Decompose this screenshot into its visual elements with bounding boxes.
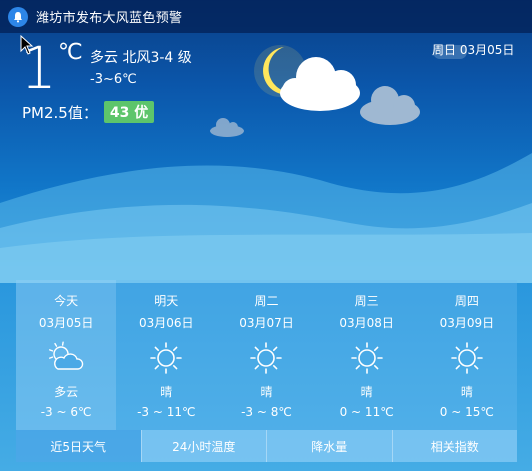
forecast-day-date: 03月07日: [239, 316, 294, 330]
forecast-day-date: 03月05日: [38, 316, 94, 330]
forecast-day[interactable]: 今天 03月05日 多云 -3 ~ 6℃: [16, 280, 117, 430]
forecast-day-range: 0 ~ 15℃: [439, 405, 494, 419]
forecast-day-date: 03月09日: [439, 316, 495, 330]
bell-icon: [8, 6, 28, 27]
forecast-tab[interactable]: 降水量: [266, 430, 392, 462]
forecast-day-condition: 多云: [54, 385, 79, 399]
sun-icon: [347, 341, 387, 375]
forecast-day-name: 周二: [254, 294, 279, 308]
mouse-cursor-icon: [20, 35, 34, 55]
forecast-day-name: 周四: [454, 294, 479, 308]
forecast-tab[interactable]: 相关指数: [391, 430, 517, 462]
forecast-tab[interactable]: 近5日天气: [16, 430, 141, 462]
forecast-day[interactable]: 明天 03月06日晴 -3 ~ 11℃: [116, 280, 216, 430]
temperature-unit: ℃: [58, 40, 83, 65]
current-condition: 多云 北风3-4 级: [90, 50, 192, 66]
forecast-day-date: 03月06日: [139, 316, 194, 330]
forecast-day[interactable]: 周三 03月08日晴 0 ~ 11℃: [317, 280, 417, 430]
forecast-day[interactable]: 周四 03月09日晴 0 ~ 15℃: [417, 280, 517, 430]
forecast-day-range: -3 ~ 6℃: [40, 405, 92, 419]
forecast-day-condition: 晴: [460, 385, 473, 399]
pm25-line: PM2.5值： 43 优: [22, 101, 155, 123]
forecast-days: 今天 03月05日 多云 -3 ~ 6℃ 明天 03月06日晴 -3 ~ 11℃ 周二 03月0…: [16, 280, 517, 430]
sky-illustration: [0, 45, 532, 283]
current-range: -3~6℃: [90, 72, 137, 87]
forecast-day-name: 今天: [54, 294, 79, 308]
sun-icon: [146, 341, 186, 375]
forecast-day-name: 明天: [154, 294, 179, 308]
aqi-badge[interactable]: 43 优: [103, 101, 155, 123]
current-date: 周日 03月05日: [432, 43, 515, 57]
forecast-day-range: -3 ~ 8℃: [241, 405, 292, 419]
sun-icon: [447, 341, 487, 375]
forecast-day-name: 周三: [354, 294, 379, 308]
forecast-tab[interactable]: 24小时温度: [140, 430, 266, 462]
forecast-tabs: 近5日天气 24小时温度 降水量 相关指数: [16, 430, 517, 462]
forecast-day-date: 03月08日: [339, 316, 394, 330]
sun-icon: [246, 341, 286, 375]
alert-text[interactable]: 潍坊市发布大风蓝色预警: [36, 7, 182, 26]
warning-alert-bar[interactable]: 潍坊市发布大风蓝色预警: [0, 0, 532, 33]
forecast-day-condition: 晴: [360, 385, 373, 399]
forecast-day-condition: 晴: [260, 385, 273, 399]
partly-cloudy-icon: [46, 341, 86, 375]
forecast-day-range: 0 ~ 11℃: [339, 405, 394, 419]
forecast-panel: 今天 03月05日 多云 -3 ~ 6℃ 明天 03月06日晴 -3 ~ 11℃ 周二 03月0…: [16, 280, 517, 462]
forecast-day-range: -3 ~ 11℃: [137, 405, 196, 419]
pm25-label: PM2.5值：: [22, 103, 98, 122]
forecast-day[interactable]: 周二 03月07日晴 -3 ~ 8℃: [216, 280, 316, 430]
forecast-day-condition: 晴: [160, 385, 173, 399]
